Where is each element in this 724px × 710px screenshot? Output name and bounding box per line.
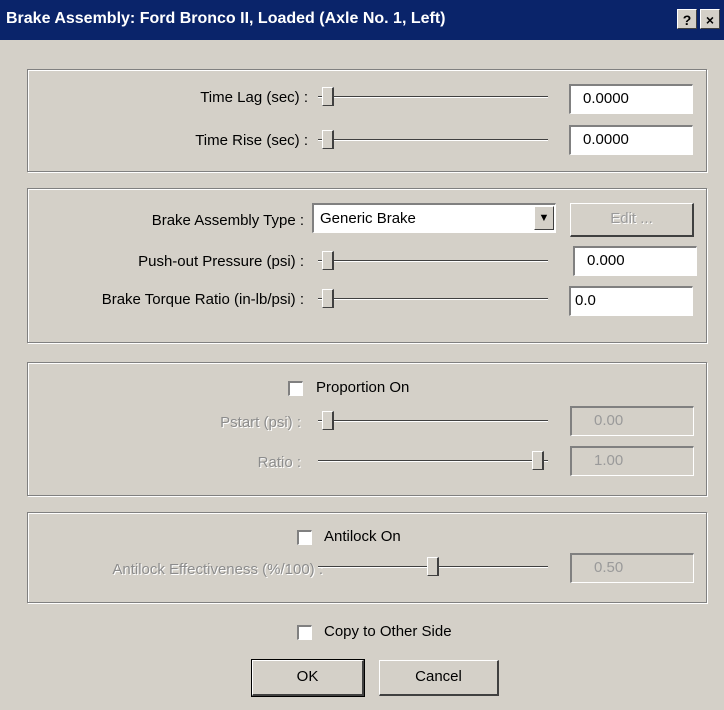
time-rise-label: Time Rise (sec) : (195, 132, 308, 149)
pstart-slider[interactable] (318, 411, 548, 431)
close-icon: × (705, 12, 715, 28)
pushout-label: Push-out Pressure (psi) : (138, 253, 304, 270)
antilock-effectiveness-slider[interactable] (318, 557, 548, 577)
close-button[interactable]: × (700, 9, 720, 29)
title-bar: Brake Assembly: Ford Bronco II, Loaded (… (0, 0, 724, 40)
time-lag-slider[interactable] (318, 87, 548, 107)
proportion-checkbox[interactable] (288, 381, 303, 396)
chevron-down-icon[interactable]: ▼ (534, 206, 554, 230)
proportion-label: Proportion On (316, 379, 410, 396)
slider-thumb[interactable] (322, 289, 334, 308)
time-rise-field[interactable]: 0.0000 (569, 125, 693, 155)
brake-type-label: Brake Assembly Type : (151, 212, 304, 229)
time-lag-label: Time Lag (sec) : (200, 89, 308, 106)
brake-type-select[interactable]: Generic Brake ▼ (312, 203, 556, 233)
time-rise-slider[interactable] (318, 130, 548, 150)
slider-thumb[interactable] (322, 130, 334, 149)
help-icon: ? (682, 12, 692, 28)
pushout-slider[interactable] (318, 251, 548, 271)
slider-thumb[interactable] (322, 411, 334, 430)
cancel-button[interactable]: Cancel (379, 660, 499, 696)
pstart-label: Pstart (psi) : (220, 414, 301, 431)
window-title: Brake Assembly: Ford Bronco II, Loaded (… (6, 10, 446, 27)
help-button[interactable]: ? (677, 9, 697, 29)
antilock-label: Antilock On (324, 528, 401, 545)
torque-ratio-slider[interactable] (318, 289, 548, 309)
copy-side-checkbox[interactable] (297, 625, 312, 640)
ratio-slider[interactable] (318, 451, 548, 471)
slider-thumb[interactable] (427, 557, 439, 576)
antilock-checkbox[interactable] (297, 530, 312, 545)
pstart-field[interactable]: 0.00 (570, 406, 694, 436)
torque-ratio-label: Brake Torque Ratio (in-lb/psi) : (101, 291, 304, 308)
slider-thumb[interactable] (532, 451, 544, 470)
time-lag-field[interactable]: 0.0000 (569, 84, 693, 114)
antilock-effectiveness-label: Antilock Effectiveness (%/100) : (112, 561, 323, 578)
edit-button[interactable]: Edit ... (570, 203, 694, 237)
copy-side-label: Copy to Other Side (324, 623, 452, 640)
brake-type-value: Generic Brake (320, 210, 416, 227)
slider-thumb[interactable] (322, 87, 334, 106)
pushout-field[interactable]: 0.000 (573, 246, 697, 276)
antilock-effectiveness-field[interactable]: 0.50 (570, 553, 694, 583)
ratio-field[interactable]: 1.00 (570, 446, 694, 476)
slider-thumb[interactable] (322, 251, 334, 270)
torque-ratio-field[interactable]: 0.0 (569, 286, 693, 316)
ratio-label: Ratio : (257, 454, 301, 471)
ok-button[interactable]: OK (251, 659, 365, 697)
